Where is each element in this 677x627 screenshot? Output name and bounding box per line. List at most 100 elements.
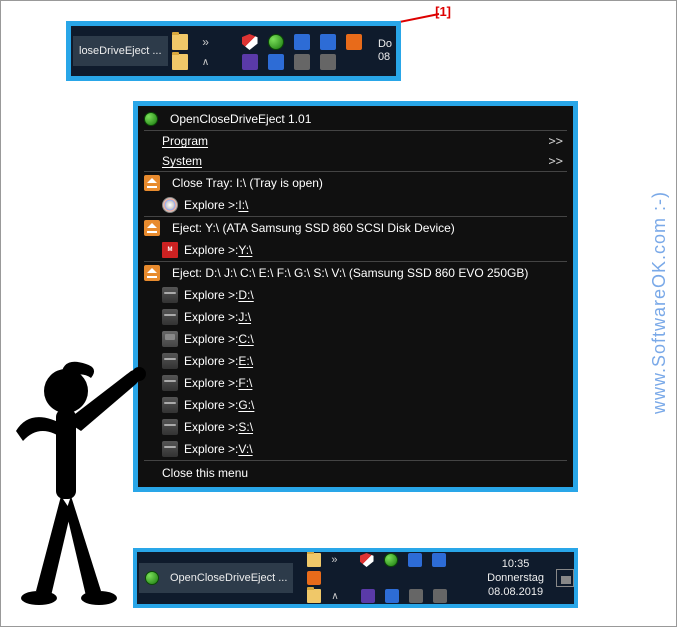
explore-prefix: Explore >: — [184, 354, 238, 368]
drive-letter: D:\ — [238, 288, 253, 302]
explore-prefix: Explore >: — [184, 310, 238, 324]
menu-item-system[interactable]: System >> — [138, 151, 573, 171]
menu-item-explore-y[interactable]: M Explore >: Y:\ — [138, 239, 573, 261]
chevron-up-icon[interactable] — [198, 54, 214, 70]
menu-item-explore-f[interactable]: Explore >: F:\ — [138, 372, 573, 394]
menu-item-eject-y[interactable]: Eject: Y:\ (ATA Samsung SSD 860 SCSI Dis… — [138, 217, 573, 239]
chevron-up-icon[interactable] — [331, 591, 338, 602]
tray-icon[interactable] — [242, 54, 258, 70]
chevron-right-icon[interactable] — [198, 34, 214, 50]
chevron-right-icon[interactable] — [331, 554, 337, 566]
explore-prefix: Explore >: — [184, 376, 238, 390]
menu-item-explore-e[interactable]: Explore >: E:\ — [138, 350, 573, 372]
tray-icon[interactable] — [408, 553, 422, 567]
tray-icon[interactable] — [320, 34, 336, 50]
taskbar-task-label: loseDriveEject ... — [79, 45, 162, 57]
app-tray-icon[interactable] — [268, 34, 284, 50]
menu-title: OpenCloseDriveEject 1.01 — [170, 112, 311, 126]
menu-label: Eject: Y:\ (ATA Samsung SSD 860 SCSI Dis… — [172, 221, 455, 235]
drive-icon — [162, 309, 178, 325]
clock-day: Donnerstag — [487, 571, 544, 585]
menu-item-explore-v[interactable]: Explore >: V:\ — [138, 438, 573, 460]
drive-icon — [162, 397, 178, 413]
explore-prefix: Explore >: — [184, 420, 238, 434]
menu-label: Close Tray: I:\ (Tray is open) — [172, 176, 323, 190]
eject-icon — [144, 265, 160, 281]
drive-letter: V:\ — [238, 442, 252, 456]
taskbar-task-label: OpenCloseDriveEject ... — [170, 572, 287, 584]
taskbar-clock[interactable]: 10:35 Donnerstag 08.08.2019 — [481, 557, 550, 600]
app-icon — [144, 112, 158, 126]
shield-icon[interactable] — [242, 34, 258, 50]
drive-icon — [162, 441, 178, 457]
explore-prefix: Explore >: — [184, 442, 238, 456]
menu-item-explore-j[interactable]: Explore >: J:\ — [138, 306, 573, 328]
app-tray-icon[interactable] — [384, 553, 398, 567]
menu-label: Program — [162, 134, 208, 148]
explore-prefix: Explore >: — [184, 332, 238, 346]
tray-icon[interactable] — [409, 589, 423, 603]
menu-item-close-tray[interactable]: Close Tray: I:\ (Tray is open) — [138, 172, 573, 194]
menu-item-close[interactable]: Close this menu — [138, 461, 573, 487]
explore-prefix: Explore >: — [184, 288, 238, 302]
top-taskbar: loseDriveEject ... Do 08 — [66, 21, 401, 81]
annotation-label: [1] — [435, 4, 451, 19]
menu-item-eject-multi[interactable]: Eject: D:\ J:\ C:\ E:\ F:\ G:\ S:\ V:\ (… — [138, 262, 573, 284]
cd-drive-icon — [162, 197, 178, 213]
eject-icon — [144, 220, 160, 236]
folder-icon[interactable] — [307, 589, 321, 603]
watermark: www.SoftwareOK.com :-) — [649, 191, 670, 414]
drive-letter: J:\ — [238, 310, 251, 324]
tray-icon[interactable] — [307, 571, 321, 585]
folder-icon[interactable] — [172, 54, 188, 70]
menu-item-explore-d[interactable]: Explore >: D:\ — [138, 284, 573, 306]
menu-item-explore-s[interactable]: Explore >: S:\ — [138, 416, 573, 438]
explore-prefix: Explore >: — [184, 198, 238, 212]
menu-label: Eject: D:\ J:\ C:\ E:\ F:\ G:\ S:\ V:\ (… — [172, 266, 528, 280]
folder-icon[interactable] — [307, 553, 321, 567]
tray-icon[interactable] — [385, 589, 399, 603]
drive-icon — [162, 353, 178, 369]
menu-item-explore-g[interactable]: Explore >: G:\ — [138, 394, 573, 416]
drive-icon — [162, 375, 178, 391]
menu-title-row: OpenCloseDriveEject 1.01 — [138, 106, 573, 130]
chevron-right-icon: >> — [549, 134, 563, 148]
system-drive-icon — [162, 331, 178, 347]
shield-icon[interactable] — [360, 553, 374, 567]
drive-icon — [162, 419, 178, 435]
clock-date: 08.08.2019 — [487, 585, 544, 599]
tray-icon[interactable] — [294, 34, 310, 50]
drive-icon: M — [162, 242, 178, 258]
drive-letter: S:\ — [238, 420, 253, 434]
clock-partial: Do 08 — [374, 38, 396, 64]
stick-figure-icon — [0, 336, 161, 616]
chevron-right-icon: >> — [549, 154, 563, 168]
menu-item-explore-i[interactable]: Explore >: I:\ — [138, 194, 573, 216]
taskbar-task-button[interactable]: loseDriveEject ... — [73, 36, 168, 66]
explore-prefix: Explore >: — [184, 243, 238, 257]
menu-label: System — [162, 154, 202, 168]
tray-icon[interactable] — [268, 54, 284, 70]
menu-item-program[interactable]: Program >> — [138, 131, 573, 151]
tray-icon[interactable] — [361, 589, 375, 603]
tray-icon[interactable] — [432, 553, 446, 567]
clock-time: 10:35 — [487, 557, 544, 571]
taskbar-task-button[interactable]: OpenCloseDriveEject ... — [139, 563, 293, 593]
drive-letter: I:\ — [238, 198, 248, 212]
drive-letter: F:\ — [238, 376, 252, 390]
menu-label: Close this menu — [162, 466, 248, 480]
bottom-taskbar: OpenCloseDriveEject ... 10:35 Donnerstag… — [133, 548, 578, 608]
explore-prefix: Explore >: — [184, 398, 238, 412]
notification-center-icon[interactable] — [556, 569, 574, 587]
folder-icon[interactable] — [172, 34, 188, 50]
drive-letter: Y:\ — [238, 243, 252, 257]
drive-letter: E:\ — [238, 354, 253, 368]
drive-letter: C:\ — [238, 332, 253, 346]
menu-item-explore-c[interactable]: Explore >: C:\ — [138, 328, 573, 350]
tray-icon[interactable] — [433, 589, 447, 603]
tray-icon[interactable] — [320, 54, 336, 70]
tray-icon[interactable] — [294, 54, 310, 70]
drive-icon — [162, 287, 178, 303]
tray-icon[interactable] — [346, 34, 362, 50]
context-menu: OpenCloseDriveEject 1.01 Program >> Syst… — [133, 101, 578, 492]
